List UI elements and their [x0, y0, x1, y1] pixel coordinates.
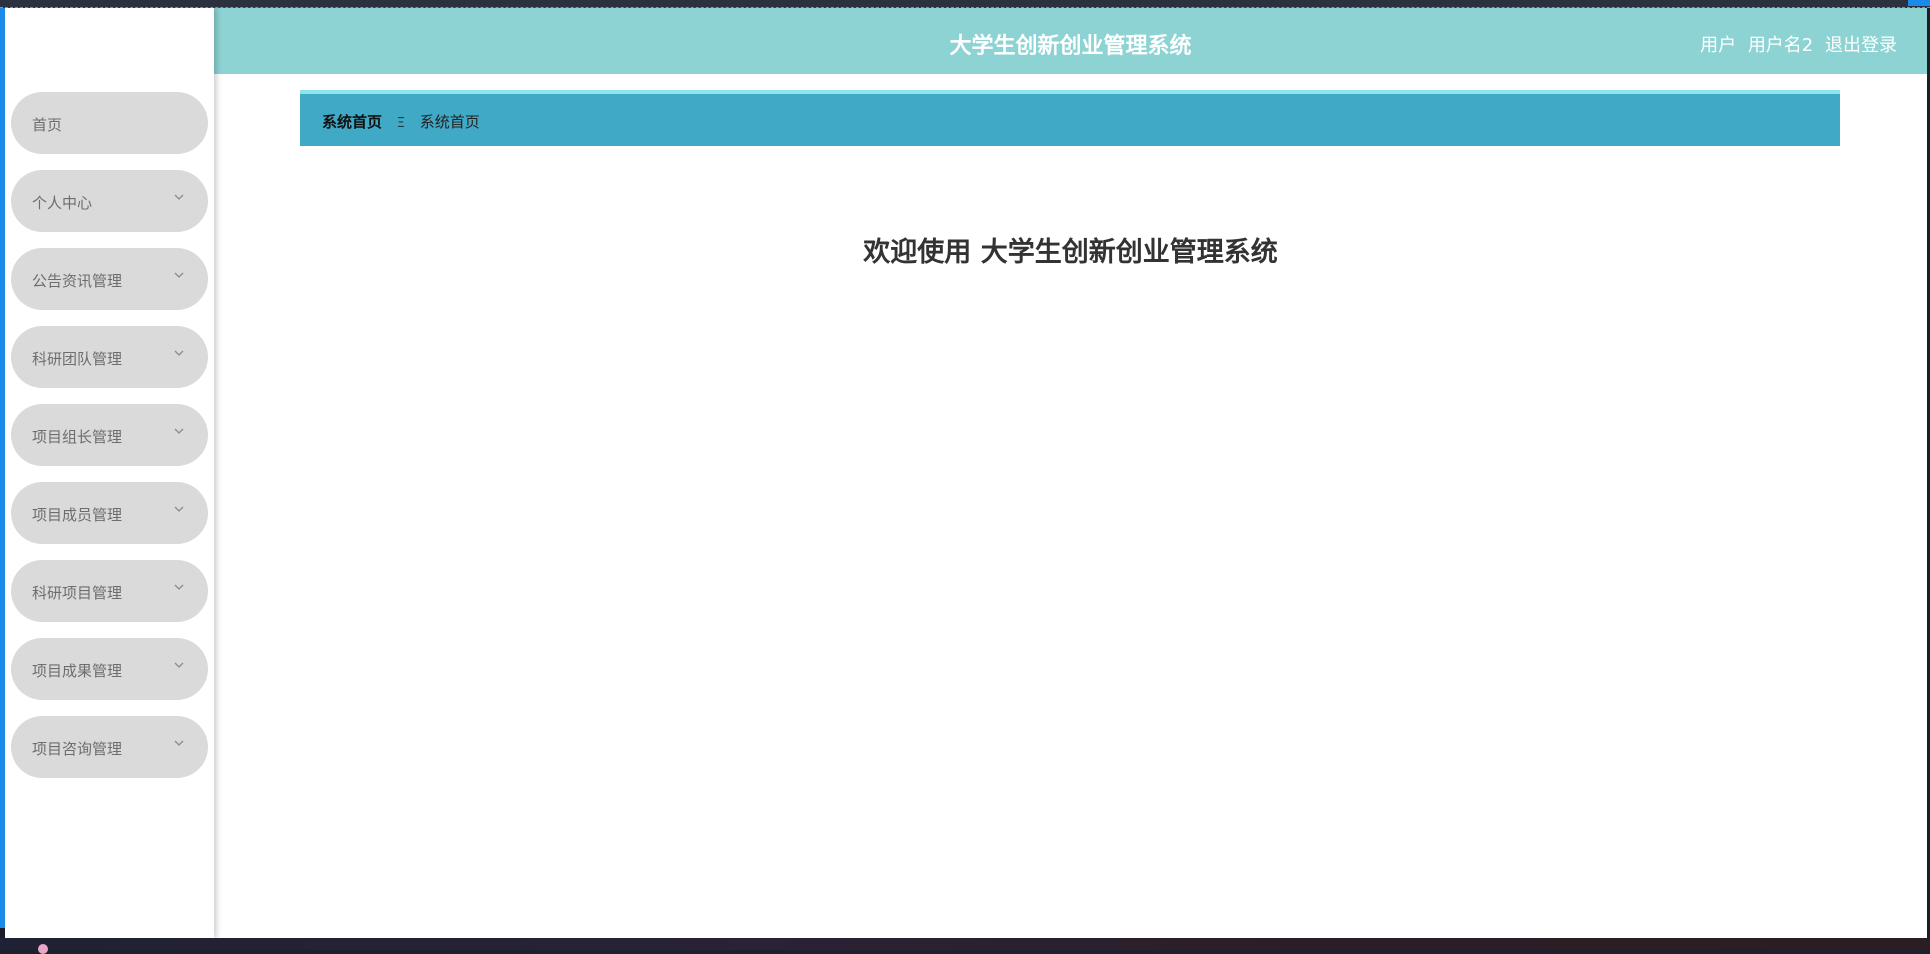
- breadcrumb-current: 系统首页: [419, 113, 480, 131]
- username-label: 用户名2: [1747, 35, 1814, 56]
- sidebar-item-label: 科研团队管理: [32, 350, 123, 368]
- sidebar-item-label: 公告资讯管理: [32, 272, 123, 290]
- chevron-down-icon: [174, 194, 184, 200]
- breadcrumb: 系统首页 Ξ 系统首页: [322, 111, 480, 132]
- sidebar-item-label: 项目咨询管理: [32, 740, 123, 758]
- sidebar-item-research-projects[interactable]: 科研项目管理: [11, 560, 208, 622]
- breadcrumb-root-link[interactable]: 系统首页: [322, 113, 382, 131]
- chevron-down-icon: [174, 584, 184, 590]
- sidebar-item-label: 项目组长管理: [32, 428, 123, 446]
- sidebar-item-home[interactable]: 首页: [11, 92, 208, 154]
- sidebar-item-label: 科研项目管理: [32, 584, 123, 602]
- user-area: 用户 用户名2 退出登录: [1694, 31, 1897, 57]
- window-right-accent: [1908, 0, 1930, 6]
- top-header: 大学生创新创业管理系统 用户 用户名2 退出登录: [214, 8, 1927, 74]
- sidebar-item-personal-center[interactable]: 个人中心: [11, 170, 208, 232]
- sidebar-item-research-teams[interactable]: 科研团队管理: [11, 326, 208, 388]
- taskbar-strip: [0, 938, 1930, 954]
- app-title: 大学生创新创业管理系统: [949, 34, 1192, 59]
- chevron-down-icon: [174, 272, 184, 278]
- chevron-down-icon: [174, 350, 184, 356]
- chevron-down-icon: [174, 740, 184, 746]
- sidebar-item-label: 项目成果管理: [32, 662, 123, 680]
- chevron-down-icon: [174, 662, 184, 668]
- app-window: 首页个人中心公告资讯管理 科研团队管理 项目组长管理 项目成员管理 科研项目管理 项目成果…: [5, 8, 1927, 938]
- sidebar-item-project-consultation[interactable]: 项目咨询管理: [11, 716, 208, 778]
- user-role-label: 用户: [1700, 35, 1737, 56]
- sidebar-item-label: 首页: [32, 116, 63, 134]
- chevron-down-icon: [174, 506, 184, 512]
- welcome-heading: 欢迎使用 大学生创新创业管理系统: [863, 237, 1278, 268]
- sidebar-item-project-members[interactable]: 项目成员管理: [11, 482, 208, 544]
- breadcrumb-bar: 系统首页 Ξ 系统首页: [300, 90, 1840, 146]
- menu-lines-icon: Ξ: [396, 116, 406, 131]
- sidebar: 首页个人中心公告资讯管理 科研团队管理 项目组长管理 项目成员管理 科研项目管理 项目成果…: [5, 8, 214, 938]
- sidebar-item-project-results[interactable]: 项目成果管理: [11, 638, 208, 700]
- screen-frame: 首页个人中心公告资讯管理 科研团队管理 项目组长管理 项目成员管理 科研项目管理 项目成果…: [0, 0, 1930, 954]
- sidebar-item-announcements[interactable]: 公告资讯管理: [11, 248, 208, 310]
- chevron-down-icon: [174, 428, 184, 434]
- taskbar-app-icon: [38, 944, 48, 954]
- sidebar-menu: 首页个人中心公告资讯管理 科研团队管理 项目组长管理 项目成员管理 科研项目管理 项目成果…: [11, 92, 208, 794]
- browser-top-strip: [0, 0, 1930, 8]
- sidebar-item-project-leaders[interactable]: 项目组长管理: [11, 404, 208, 466]
- sidebar-item-label: 个人中心: [32, 194, 93, 212]
- logout-button[interactable]: 退出登录: [1825, 35, 1897, 56]
- sidebar-item-label: 项目成员管理: [32, 506, 123, 524]
